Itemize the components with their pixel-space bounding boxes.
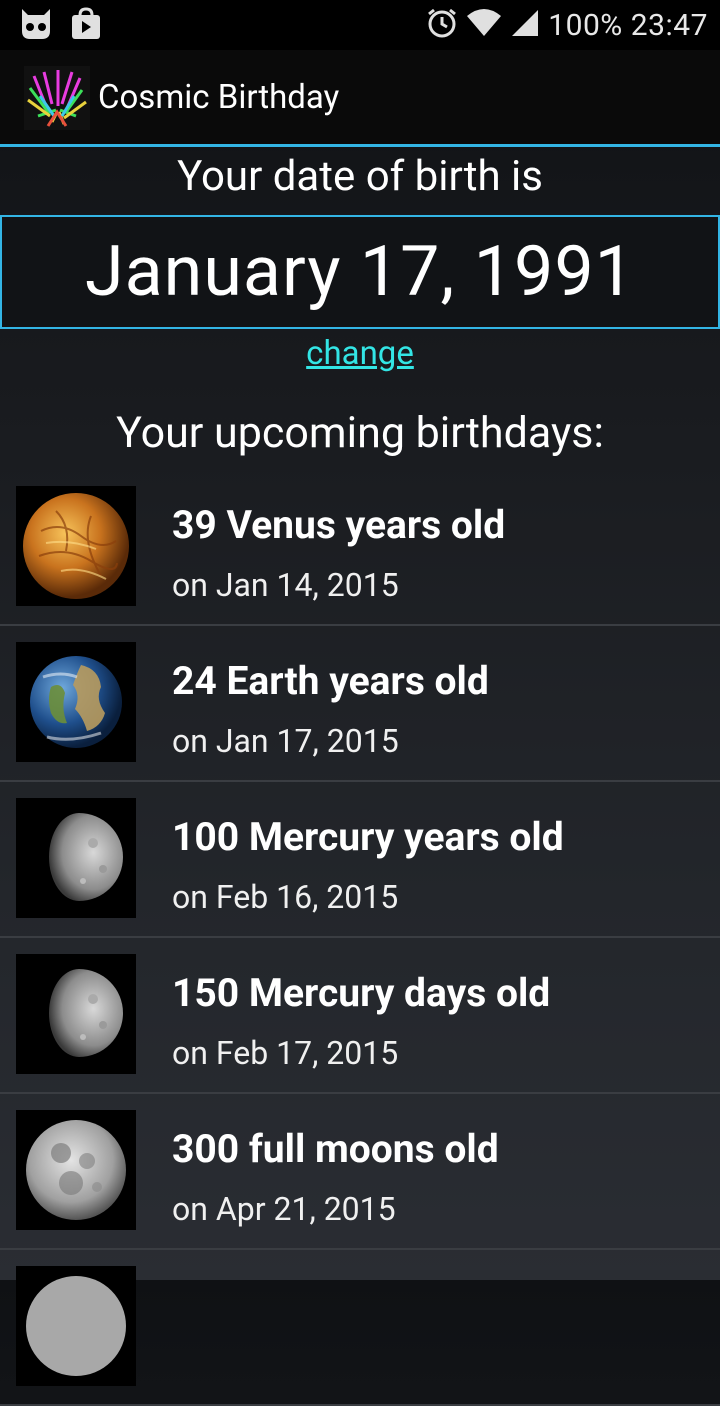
moon-icon bbox=[16, 1266, 136, 1386]
earth-icon bbox=[16, 642, 136, 762]
birthday-date: on Apr 21, 2015 bbox=[172, 1190, 396, 1228]
birthday-date: on Feb 17, 2015 bbox=[172, 1034, 399, 1072]
birthday-title: 100 Mercury years old bbox=[172, 814, 564, 860]
dob-field[interactable]: January 17, 1991 bbox=[0, 215, 720, 329]
dob-heading: Your date of birth is bbox=[177, 152, 543, 201]
list-item[interactable]: 100 Mercury years old on Feb 16, 2015 bbox=[0, 782, 720, 938]
app-title: Cosmic Birthday bbox=[98, 78, 340, 117]
action-bar: Cosmic Birthday bbox=[0, 50, 720, 147]
birthday-title: 39 Venus years old bbox=[172, 502, 506, 548]
venus-icon bbox=[16, 486, 136, 606]
shopping-bag-icon bbox=[70, 7, 102, 45]
list-item[interactable]: 150 Mercury days old on Feb 17, 2015 bbox=[0, 938, 720, 1094]
birthday-date: on Jan 17, 2015 bbox=[172, 722, 399, 760]
battery-level: 100% bbox=[548, 7, 623, 43]
birthday-title: 300 full moons old bbox=[172, 1126, 499, 1172]
wifi-icon bbox=[466, 8, 502, 42]
birthday-title: 150 Mercury days old bbox=[172, 970, 551, 1016]
clock: 23:47 bbox=[630, 7, 708, 43]
mercury-icon bbox=[16, 798, 136, 918]
birthday-list: 39 Venus years old on Jan 14, 2015 24 Ea… bbox=[0, 470, 720, 1406]
dob-value: January 17, 1991 bbox=[84, 231, 636, 313]
birthday-date: on Feb 16, 2015 bbox=[172, 878, 399, 916]
birthday-title: 24 Earth years old bbox=[172, 658, 489, 704]
list-item[interactable]: 24 Earth years old on Jan 17, 2015 bbox=[0, 626, 720, 782]
list-item[interactable] bbox=[0, 1250, 720, 1406]
list-item[interactable]: 300 full moons old on Apr 21, 2015 bbox=[0, 1094, 720, 1250]
signal-icon bbox=[510, 8, 540, 42]
upcoming-heading: Your upcoming birthdays: bbox=[116, 408, 604, 458]
moon-icon bbox=[16, 1110, 136, 1230]
alarm-icon bbox=[426, 7, 458, 43]
birthday-date: on Jan 14, 2015 bbox=[172, 566, 399, 604]
change-dob-link[interactable]: change bbox=[0, 334, 720, 373]
list-item[interactable]: 39 Venus years old on Jan 14, 2015 bbox=[0, 470, 720, 626]
app-logo-icon bbox=[24, 66, 90, 130]
status-bar: 100% 23:47 bbox=[0, 0, 720, 50]
mercury-icon bbox=[16, 954, 136, 1074]
cyanogen-mascot-icon bbox=[18, 7, 54, 45]
